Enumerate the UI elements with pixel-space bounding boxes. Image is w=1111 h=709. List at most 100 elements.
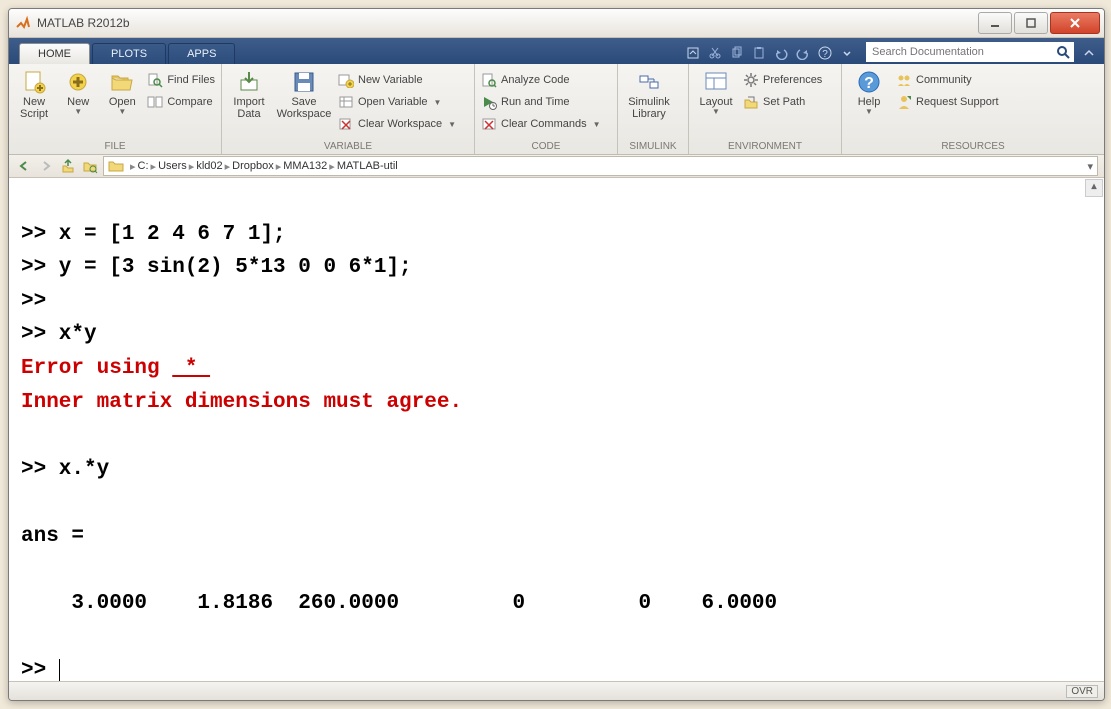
breadcrumb-dropdown-icon[interactable]: ▾	[1087, 160, 1093, 173]
qat-dropdown-icon[interactable]	[838, 44, 856, 62]
cmd-line: >>	[21, 290, 59, 313]
compare-button[interactable]: Compare	[147, 92, 215, 112]
group-label-variable: VARIABLE	[228, 140, 468, 154]
breadcrumb-item[interactable]: Dropbox	[232, 160, 274, 172]
import-data-icon	[237, 70, 261, 94]
scroll-up-button[interactable]: ▴	[1085, 179, 1103, 197]
save-workspace-button[interactable]: Save Workspace	[276, 66, 332, 120]
import-data-button[interactable]: Import Data	[228, 66, 270, 120]
breadcrumb[interactable]: ▸ C: ▸ Users ▸ kld02 ▸ Dropbox ▸ MMA132 …	[103, 156, 1098, 176]
clear-workspace-button[interactable]: Clear Workspace ▼	[338, 114, 456, 134]
analyze-code-icon	[481, 72, 497, 88]
new-variable-icon	[338, 72, 354, 88]
qat-icon-1[interactable]	[684, 44, 702, 62]
breadcrumb-sep: ▸	[276, 160, 282, 173]
breadcrumb-item[interactable]: C:	[138, 160, 149, 172]
matlab-logo-icon	[15, 15, 31, 31]
tab-home[interactable]: HOME	[19, 43, 90, 64]
new-script-button[interactable]: New Script	[15, 66, 53, 120]
set-path-label: Set Path	[763, 96, 805, 108]
new-variable-button[interactable]: New Variable	[338, 70, 456, 90]
layout-icon	[704, 70, 728, 94]
ribbon-collapse-icon[interactable]	[1080, 44, 1098, 62]
open-variable-button[interactable]: Open Variable ▼	[338, 92, 456, 112]
analyze-code-button[interactable]: Analyze Code	[481, 70, 601, 90]
search-box[interactable]	[866, 42, 1074, 62]
nav-browse-button[interactable]	[81, 157, 99, 175]
breadcrumb-item[interactable]: kld02	[196, 160, 222, 172]
find-files-label: Find Files	[167, 74, 215, 86]
new-button[interactable]: New ▼	[59, 66, 97, 117]
community-icon	[896, 72, 912, 88]
compare-icon	[147, 94, 163, 110]
undo-icon[interactable]	[772, 44, 790, 62]
set-path-button[interactable]: Set Path	[743, 92, 822, 112]
redo-icon[interactable]	[794, 44, 812, 62]
layout-button[interactable]: Layout ▼	[695, 66, 737, 117]
group-label-resources: RESOURCES	[848, 140, 1098, 154]
copy-icon[interactable]	[728, 44, 746, 62]
command-window[interactable]: ▴>> x = [1 2 4 6 7 1]; >> y = [3 sin(2) …	[9, 178, 1104, 681]
save-workspace-icon	[292, 70, 316, 94]
tab-apps[interactable]: APPS	[168, 43, 235, 64]
nav-up-button[interactable]	[59, 157, 77, 175]
window-title: MATLAB R2012b	[37, 16, 976, 30]
status-ovr[interactable]: OVR	[1066, 685, 1098, 698]
titlebar: MATLAB R2012b	[9, 9, 1104, 38]
close-button[interactable]	[1050, 12, 1100, 34]
group-label-simulink: SIMULINK	[624, 140, 682, 154]
open-button[interactable]: Open ▼	[103, 66, 141, 117]
cmd-line: >> x*y	[21, 323, 97, 346]
compare-label: Compare	[167, 96, 212, 108]
window-controls	[976, 12, 1100, 34]
community-label: Community	[916, 74, 972, 86]
status-bar: OVR	[9, 681, 1104, 700]
clear-commands-button[interactable]: Clear Commands ▼	[481, 114, 601, 134]
help-button[interactable]: ? Help ▼	[848, 66, 890, 117]
breadcrumb-sep: ▸	[329, 160, 335, 173]
nav-forward-button[interactable]	[37, 157, 55, 175]
tab-plots[interactable]: PLOTS	[92, 43, 166, 64]
simulink-library-button[interactable]: Simulink Library	[624, 66, 674, 120]
run-and-time-label: Run and Time	[501, 96, 569, 108]
request-support-button[interactable]: Request Support	[896, 92, 999, 112]
save-workspace-label: Save Workspace	[277, 96, 332, 120]
cmd-line: >> x.*y	[21, 458, 109, 481]
breadcrumb-item[interactable]: MATLAB-util	[337, 160, 398, 172]
cmd-line: 3.0000 1.8186 260.0000 0 0 6.0000	[21, 592, 777, 615]
search-input[interactable]	[870, 45, 1052, 59]
new-script-label: New Script	[20, 96, 48, 120]
new-icon	[66, 70, 90, 94]
request-support-label: Request Support	[916, 96, 999, 108]
maximize-button[interactable]	[1014, 12, 1048, 34]
breadcrumb-sep: ▸	[151, 160, 157, 173]
run-and-time-icon	[481, 94, 497, 110]
preferences-button[interactable]: Preferences	[743, 70, 822, 90]
cut-icon[interactable]	[706, 44, 724, 62]
minimize-button[interactable]	[978, 12, 1012, 34]
find-files-button[interactable]: Find Files	[147, 70, 215, 90]
text-cursor	[59, 659, 60, 681]
qat-help-icon[interactable]: ?	[816, 44, 834, 62]
clear-commands-icon	[481, 116, 497, 132]
set-path-icon	[743, 94, 759, 110]
community-button[interactable]: Community	[896, 70, 999, 90]
simulink-library-label: Simulink Library	[628, 96, 670, 120]
analyze-code-label: Analyze Code	[501, 74, 570, 86]
cmd-error-link[interactable]: *	[172, 357, 210, 380]
svg-text:?: ?	[822, 49, 828, 60]
cmd-prompt: >>	[21, 659, 59, 681]
import-data-label: Import Data	[233, 96, 264, 120]
paste-icon[interactable]	[750, 44, 768, 62]
new-script-icon	[22, 70, 46, 94]
breadcrumb-item[interactable]: Users	[158, 160, 187, 172]
nav-back-button[interactable]	[15, 157, 33, 175]
help-icon: ?	[857, 70, 881, 94]
run-and-time-button[interactable]: Run and Time	[481, 92, 601, 112]
group-label-environment: ENVIRONMENT	[695, 140, 835, 154]
tabstrip: HOME PLOTS APPS ?	[9, 38, 1104, 64]
simulink-icon	[637, 70, 661, 94]
open-folder-icon	[110, 70, 134, 94]
breadcrumb-item[interactable]: MMA132	[283, 160, 327, 172]
search-icon[interactable]	[1056, 45, 1070, 59]
